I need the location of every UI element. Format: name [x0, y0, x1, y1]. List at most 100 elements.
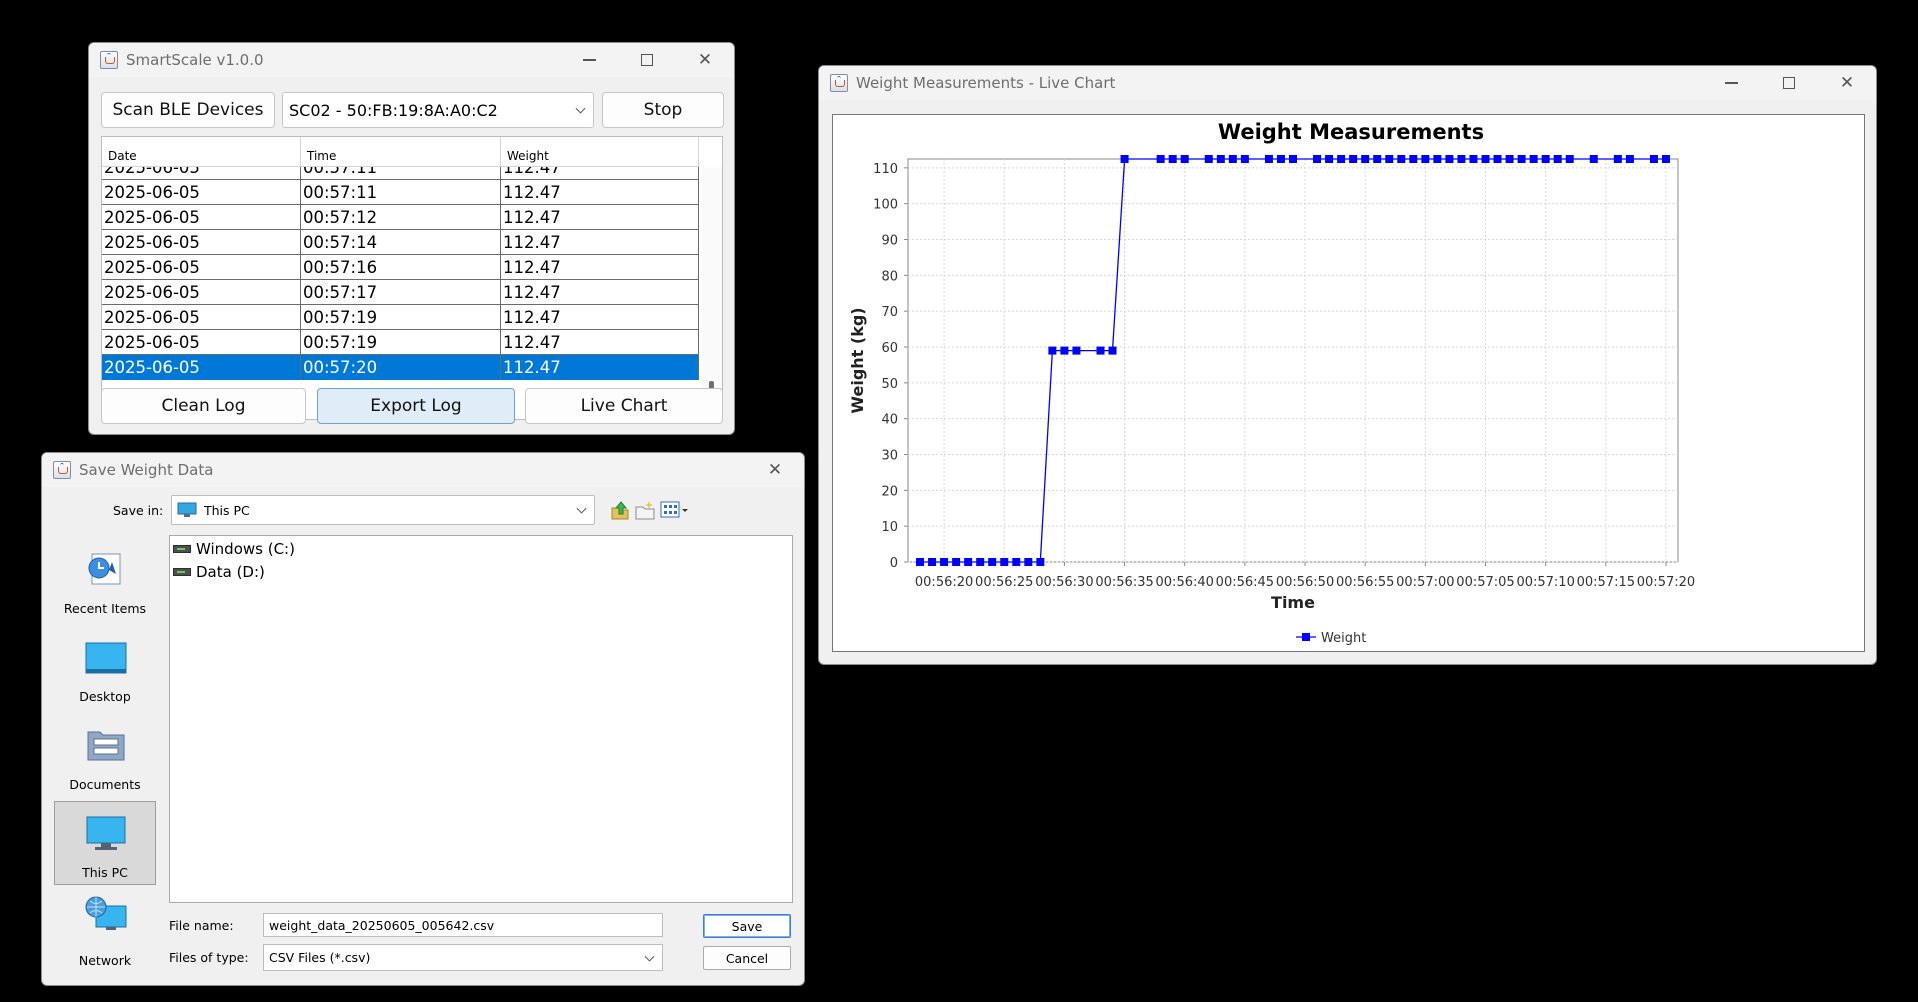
cell-date: 2025-06-05 — [102, 330, 301, 354]
save-dialog-titlebar[interactable]: Save Weight Data ✕ — [42, 453, 804, 487]
place-desktop[interactable]: Desktop — [54, 625, 156, 709]
data-point — [1613, 155, 1622, 163]
data-point — [988, 558, 997, 566]
save-in-label: Save in: — [113, 503, 164, 518]
table-row[interactable]: 2025-06-05 00:57:17 112.47 — [102, 280, 699, 305]
drive-item-d[interactable]: Data (D:) — [173, 563, 265, 581]
data-point — [1012, 558, 1021, 566]
smartscale-titlebar[interactable]: SmartScale v1.0.0 ✕ — [89, 43, 734, 77]
chart-titlebar[interactable]: Weight Measurements - Live Chart ✕ — [819, 66, 1876, 100]
close-button[interactable]: ✕ — [746, 453, 804, 487]
data-point — [1541, 155, 1550, 163]
data-point — [1096, 346, 1105, 355]
cell-date: 2025-06-05 — [102, 255, 301, 279]
file-type-select[interactable]: CSV Files (*.csv) — [263, 944, 663, 971]
data-point — [1373, 155, 1382, 163]
cell-weight: 112.47 — [501, 280, 699, 304]
cell-time: 00:57:14 — [301, 230, 501, 254]
cell-weight: 112.47 — [501, 330, 699, 354]
save-button[interactable]: Save — [703, 914, 791, 938]
device-select[interactable]: SC02 - 50:FB:19:8A:A0:C2 — [282, 92, 594, 128]
table-row[interactable]: 2025-06-05 00:57:20 112.47 — [102, 355, 699, 380]
cell-weight: 112.47 — [501, 255, 699, 279]
x-tick-label: 00:57:20 — [1637, 575, 1695, 590]
dialog-title: Save Weight Data — [79, 461, 214, 479]
export-log-button[interactable]: Export Log — [317, 388, 515, 424]
close-button[interactable]: ✕ — [1818, 66, 1876, 100]
new-folder-icon[interactable] — [634, 499, 656, 521]
data-point — [1228, 155, 1237, 163]
place-recent-items[interactable]: Recent Items — [54, 537, 156, 621]
file-list[interactable]: Windows (C:) Data (D:) — [169, 535, 793, 903]
cancel-button[interactable]: Cancel — [703, 946, 791, 970]
table-row[interactable]: 2025-06-05 00:57:19 112.47 — [102, 305, 699, 330]
scan-ble-devices-button[interactable]: Scan BLE Devices — [101, 92, 275, 128]
y-tick-label: 50 — [881, 377, 898, 392]
close-button[interactable]: ✕ — [676, 43, 734, 77]
place-network[interactable]: Network — [54, 889, 156, 973]
data-point — [1240, 155, 1249, 163]
table-row[interactable]: 2025-06-05 00:57:14 112.47 — [102, 230, 699, 255]
x-tick-label: 00:57:00 — [1396, 575, 1454, 590]
drive-item-c[interactable]: Windows (C:) — [173, 540, 295, 558]
table-row[interactable]: 2025-06-05 00:57:12 112.47 — [102, 205, 699, 230]
live-chart-window: Weight Measurements - Live Chart ✕ Weigh… — [818, 65, 1877, 665]
data-point — [1505, 155, 1514, 163]
x-tick-label: 00:56:45 — [1216, 575, 1274, 590]
data-point — [952, 558, 961, 566]
chevron-down-icon — [576, 503, 587, 514]
minimize-button[interactable] — [1702, 66, 1760, 100]
chart-panel: Weight Measurements 0 10 20 30 40 50 60 70 80 90 10… — [832, 114, 1865, 652]
cell-date: 2025-06-05 — [102, 230, 301, 254]
table-row[interactable]: 2025-06-05 00:57:19 112.47 — [102, 330, 699, 355]
column-header-time[interactable]: Time — [301, 137, 501, 167]
column-header-weight[interactable]: Weight — [501, 137, 699, 167]
minimize-button[interactable] — [560, 43, 618, 77]
x-tick-label: 00:56:35 — [1095, 575, 1153, 590]
cell-time: 00:57:20 — [301, 355, 501, 379]
x-tick-label: 00:57:15 — [1577, 575, 1635, 590]
y-tick-label: 100 — [873, 198, 898, 213]
place-label: Desktop — [79, 689, 131, 704]
maximize-button[interactable] — [1760, 66, 1818, 100]
up-one-level-icon[interactable] — [609, 499, 631, 521]
stop-button[interactable]: Stop — [602, 92, 724, 128]
java-app-icon — [53, 461, 71, 479]
plot-area — [907, 158, 1679, 563]
maximize-icon — [1783, 77, 1795, 89]
table-row[interactable]: 2025-06-05 00:57:11 112.47 — [102, 180, 699, 205]
data-point — [1216, 155, 1225, 163]
table-row[interactable]: 2025-06-05 00:57:16 112.47 — [102, 255, 699, 280]
data-point — [1325, 155, 1334, 163]
place-this-pc[interactable]: This PC — [54, 801, 156, 885]
column-header-date[interactable]: Date — [102, 137, 301, 167]
save-dialog: Save Weight Data ✕ Save in: This PC Rece… — [41, 452, 805, 986]
save-in-select[interactable]: This PC — [171, 495, 595, 525]
desktop-icon — [85, 642, 127, 674]
data-point — [1565, 155, 1574, 163]
data-point — [1108, 346, 1117, 355]
cell-weight: 112.47 — [501, 205, 699, 229]
cell-date: 2025-06-05 — [102, 355, 301, 379]
data-point — [1361, 155, 1370, 163]
clean-log-button[interactable]: Clean Log — [101, 388, 306, 424]
live-chart-button[interactable]: Live Chart — [525, 388, 723, 424]
data-point — [976, 558, 985, 566]
data-point — [1589, 155, 1598, 163]
x-tick-label: 00:56:20 — [915, 575, 973, 590]
table-scrollbar[interactable] — [702, 167, 722, 419]
maximize-button[interactable] — [618, 43, 676, 77]
place-documents[interactable]: Documents — [54, 713, 156, 797]
file-type-label: Files of type: — [169, 950, 249, 965]
data-point — [1529, 155, 1538, 163]
y-tick-label: 90 — [881, 234, 898, 249]
data-point — [1625, 155, 1634, 163]
y-tick-label: 20 — [881, 484, 898, 499]
weight-log-table[interactable]: 2025-06-05 00:57:11 112.47 2025-06-05 00:57… — [101, 136, 723, 420]
data-point — [1445, 155, 1454, 163]
file-name-input[interactable] — [263, 913, 663, 937]
data-point — [1313, 155, 1322, 163]
view-menu-icon[interactable] — [660, 500, 690, 520]
data-point — [1072, 346, 1081, 355]
cell-weight: 112.47 — [501, 305, 699, 329]
